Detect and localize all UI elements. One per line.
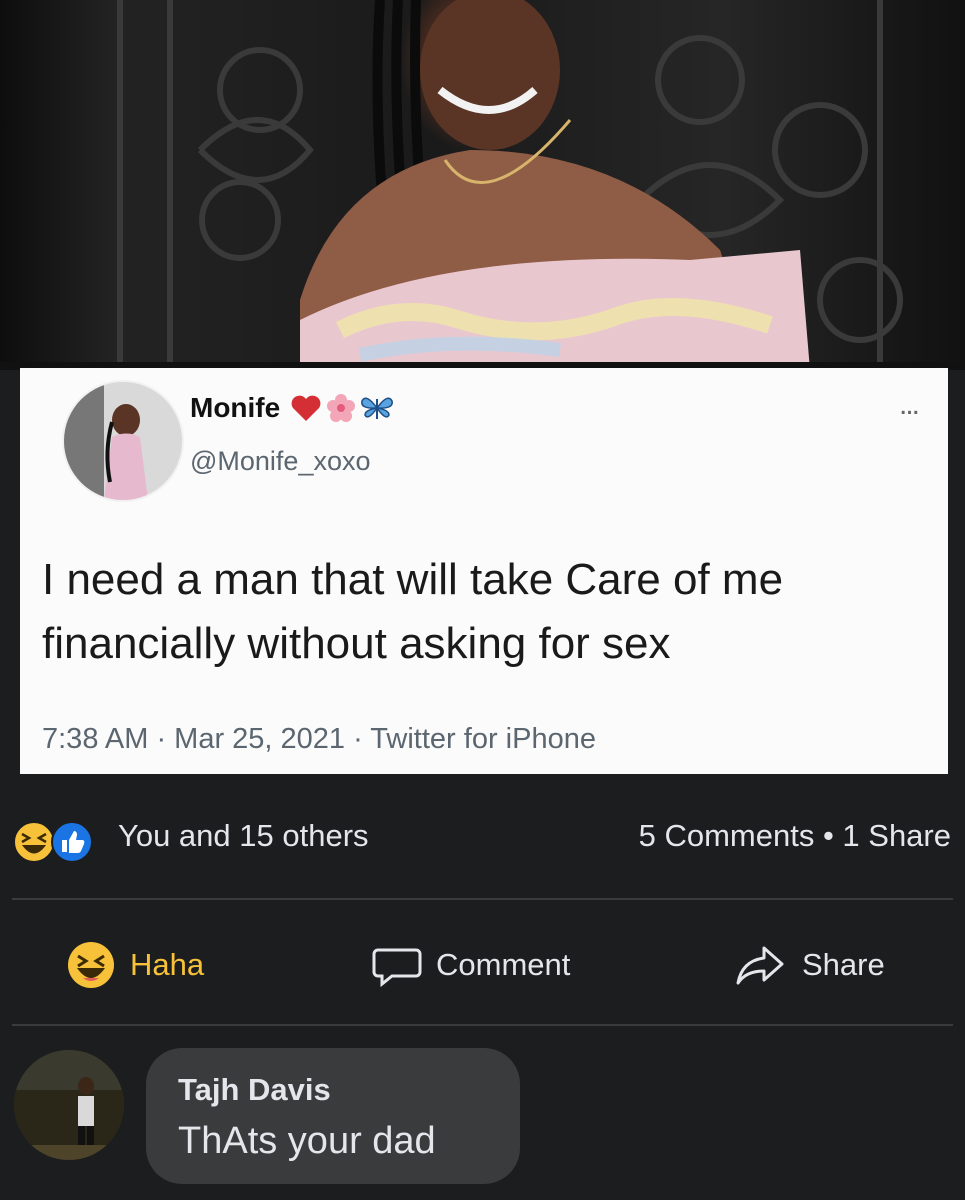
- tweet-text: I need a man that will take Care of me f…: [42, 555, 784, 668]
- tweet-display-name: Monife: [190, 392, 394, 424]
- gate-background: [117, 0, 903, 370]
- like-icon: [51, 821, 93, 863]
- comment-bubble[interactable]: [146, 1048, 520, 1184]
- name-emojis: [290, 393, 394, 423]
- comment-button[interactable]: Comment: [372, 940, 570, 990]
- comment-text: ThAts your dad: [178, 1120, 436, 1162]
- tweet-handle: @Monife_xoxo: [190, 446, 371, 476]
- haha-icon: [68, 942, 114, 988]
- share-icon: [736, 946, 784, 985]
- likes-count[interactable]: You and 15 others: [118, 818, 369, 854]
- reactions-summary[interactable]: [12, 820, 108, 864]
- haha-label: Haha: [130, 947, 205, 982]
- tweet-timestamp: 7:38 AM · Mar 25, 2021 · Twitter for iPh…: [42, 723, 596, 755]
- comments-shares-count[interactable]: 5 Comments • 1 Share: [639, 818, 951, 854]
- divider-bottom: [12, 1024, 953, 1026]
- flower-icon: [327, 394, 356, 422]
- comment-icon: [372, 948, 422, 988]
- tweet-avatar[interactable]: [62, 380, 184, 502]
- display-name-text: Monife: [190, 392, 281, 423]
- red-heart-icon: [291, 395, 321, 421]
- comment-label: Comment: [436, 947, 571, 982]
- commenter-avatar-image: [14, 1050, 124, 1160]
- tweet-card: Monife @Monife_xoxo ... I need a man tha…: [20, 368, 948, 774]
- post-photo[interactable]: [0, 0, 965, 370]
- haha-button[interactable]: Haha: [66, 940, 204, 990]
- butterfly-icon: [361, 397, 394, 419]
- commenter-name[interactable]: Tajh Davis: [178, 1072, 331, 1108]
- share-button[interactable]: Share: [734, 940, 885, 990]
- more-options-icon[interactable]: ...: [899, 388, 920, 422]
- share-label: Share: [802, 947, 885, 982]
- avatar-image: [64, 382, 182, 500]
- divider-top: [12, 898, 953, 900]
- commenter-avatar[interactable]: [14, 1050, 124, 1160]
- haha-icon: [13, 821, 55, 863]
